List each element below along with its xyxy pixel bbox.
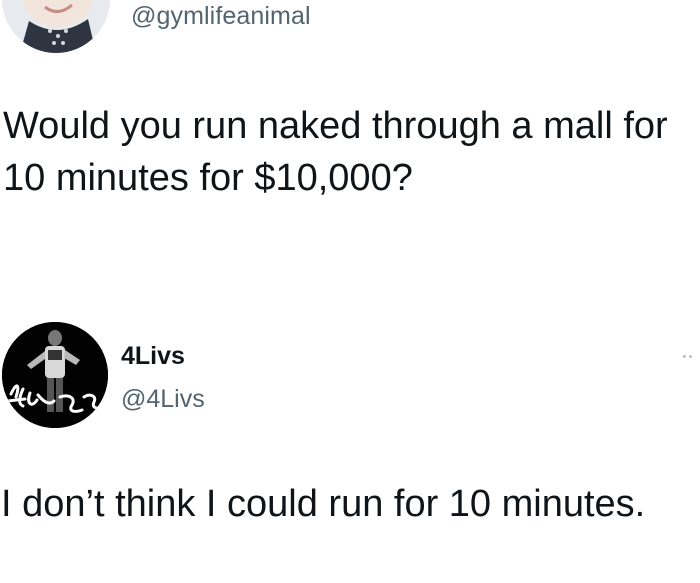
tweet-text: I don’t think I could run for 10 minutes… (1, 483, 646, 525)
username[interactable]: @4Livs (121, 385, 205, 414)
reply-tweet: 4Livs @4Livs I don’t think I could run f… (0, 300, 700, 583)
user-avatar[interactable] (2, 322, 108, 428)
more-options-icon[interactable] (683, 353, 697, 359)
tweet-text: Would you run naked through a mall for 1… (3, 105, 668, 199)
original-tweet: @gymlifeanimal Would you run naked throu… (0, 0, 700, 240)
tweet-separator (0, 245, 700, 246)
display-name[interactable]: 4Livs (121, 342, 185, 371)
dot-icon (689, 354, 692, 358)
dot-icon (683, 354, 686, 358)
avatar-image (2, 322, 108, 428)
user-avatar[interactable] (2, 0, 110, 53)
username[interactable]: @gymlifeanimal (131, 2, 311, 31)
avatar-image (2, 0, 110, 53)
